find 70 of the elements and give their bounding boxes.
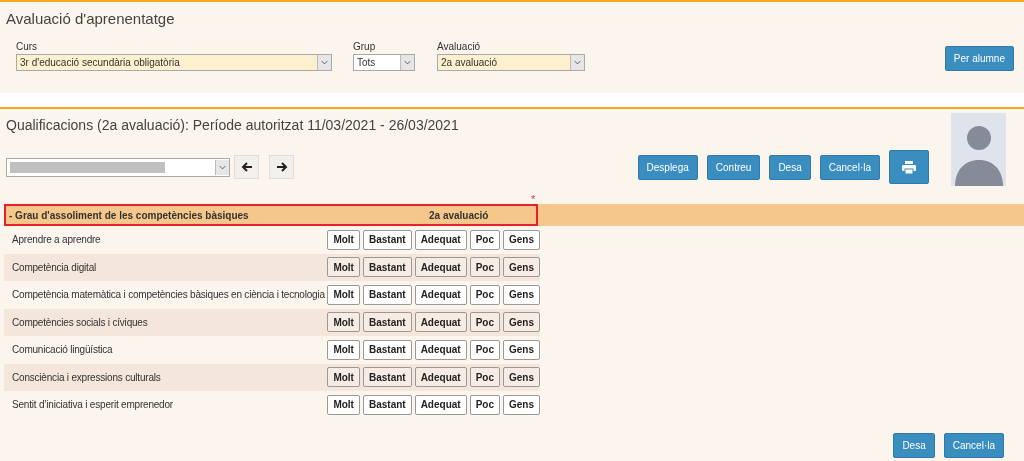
header-title: - Grau d'assoliment de les competències bàsiques	[9, 209, 250, 221]
previous-button[interactable]	[234, 155, 259, 179]
section-title: Qualificacions (2a avaluació): Període autoritzat 11/03/2021 - 26/03/2021	[6, 117, 460, 133]
competence-label: Competència digital	[11, 261, 98, 273]
grade-button[interactable]: Adequat	[414, 257, 467, 278]
footer-button[interactable]: Cancel·la	[943, 432, 1004, 458]
action-button[interactable]: Contreu	[706, 154, 761, 180]
grade-button[interactable]: Gens	[503, 229, 540, 250]
grade-button[interactable]: Bastant	[362, 367, 412, 388]
caret-icon	[570, 55, 584, 70]
grade-button[interactable]: Bastant	[362, 284, 412, 305]
competence-label: Sentit d’iniciativa i esperit emprenedor	[11, 399, 174, 411]
required-mark: *	[531, 194, 537, 204]
grade-button[interactable]: Adequat	[414, 312, 467, 333]
grade-button[interactable]: Gens	[503, 312, 540, 333]
grade-button[interactable]: Bastant	[362, 312, 412, 333]
caret-icon	[317, 55, 331, 70]
grade-button[interactable]: Gens	[503, 257, 540, 278]
competence-label: Competència matemàtica i competències bàsiques en ciència i tecnologia	[11, 289, 326, 301]
grade-button[interactable]: Gens	[503, 367, 540, 388]
grade-button[interactable]: Molt	[327, 339, 360, 360]
field-label: Avaluació	[437, 41, 482, 52]
dropdown[interactable]: 3r d'educació secundària obligatòria	[16, 54, 332, 71]
print-button[interactable]	[889, 150, 929, 184]
grade-button[interactable]: Poc	[469, 394, 500, 415]
caret-icon	[400, 55, 414, 70]
field-label: Curs	[16, 41, 39, 52]
action-button[interactable]: Desplega	[637, 154, 698, 180]
grade-button[interactable]: Molt	[327, 367, 360, 388]
grade-button[interactable]: Gens	[503, 284, 540, 305]
grade-button[interactable]: Bastant	[362, 394, 412, 415]
grade-button[interactable]: Adequat	[414, 394, 467, 415]
footer-button[interactable]: Desa	[893, 432, 935, 458]
page-title: Avaluació d'aprenentatge	[5, 9, 176, 27]
dropdown[interactable]: 2a avaluació	[437, 54, 585, 71]
grade-button[interactable]: Molt	[327, 394, 360, 415]
left-arrow-icon	[240, 162, 253, 172]
caret-icon	[215, 159, 229, 175]
grade-button[interactable]: Adequat	[414, 284, 467, 305]
grade-button[interactable]: Poc	[469, 339, 500, 360]
field-label: Grup	[353, 41, 377, 52]
grade-button[interactable]: Poc	[469, 367, 500, 388]
grade-button[interactable]: Adequat	[414, 339, 467, 360]
grade-button[interactable]: Poc	[469, 229, 500, 250]
per-student-button[interactable]: Per alumne	[944, 46, 1014, 71]
right-arrow-icon	[275, 162, 288, 172]
next-button[interactable]	[269, 155, 294, 179]
action-button[interactable]: Desa	[769, 154, 811, 180]
grade-button[interactable]: Molt	[327, 229, 360, 250]
grade-button[interactable]: Gens	[503, 339, 540, 360]
grade-button[interactable]: Bastant	[362, 339, 412, 360]
action-button[interactable]: Cancel·la	[819, 154, 880, 180]
grade-button[interactable]: Molt	[327, 257, 360, 278]
grade-button[interactable]: Adequat	[414, 229, 467, 250]
grade-button[interactable]: Bastant	[362, 229, 412, 250]
competence-label: Aprendre a aprendre	[11, 234, 102, 246]
grade-button[interactable]: Molt	[327, 284, 360, 305]
grade-button[interactable]: Poc	[469, 312, 500, 333]
competence-label: Consciència i expressions culturals	[11, 371, 162, 383]
column-header: 2a avaluació	[429, 209, 489, 221]
grade-button[interactable]: Bastant	[362, 257, 412, 278]
grade-button[interactable]: Poc	[469, 257, 500, 278]
grade-button[interactable]: Adequat	[414, 367, 467, 388]
grade-button[interactable]: Poc	[469, 284, 500, 305]
grade-button[interactable]: Molt	[327, 312, 360, 333]
printer-icon	[902, 160, 916, 174]
competence-label: Competències socials i cíviques	[11, 316, 149, 328]
dropdown[interactable]: Tots	[353, 54, 415, 71]
grade-button[interactable]: Gens	[503, 394, 540, 415]
competence-label: Comunicació lingüística	[11, 344, 114, 356]
